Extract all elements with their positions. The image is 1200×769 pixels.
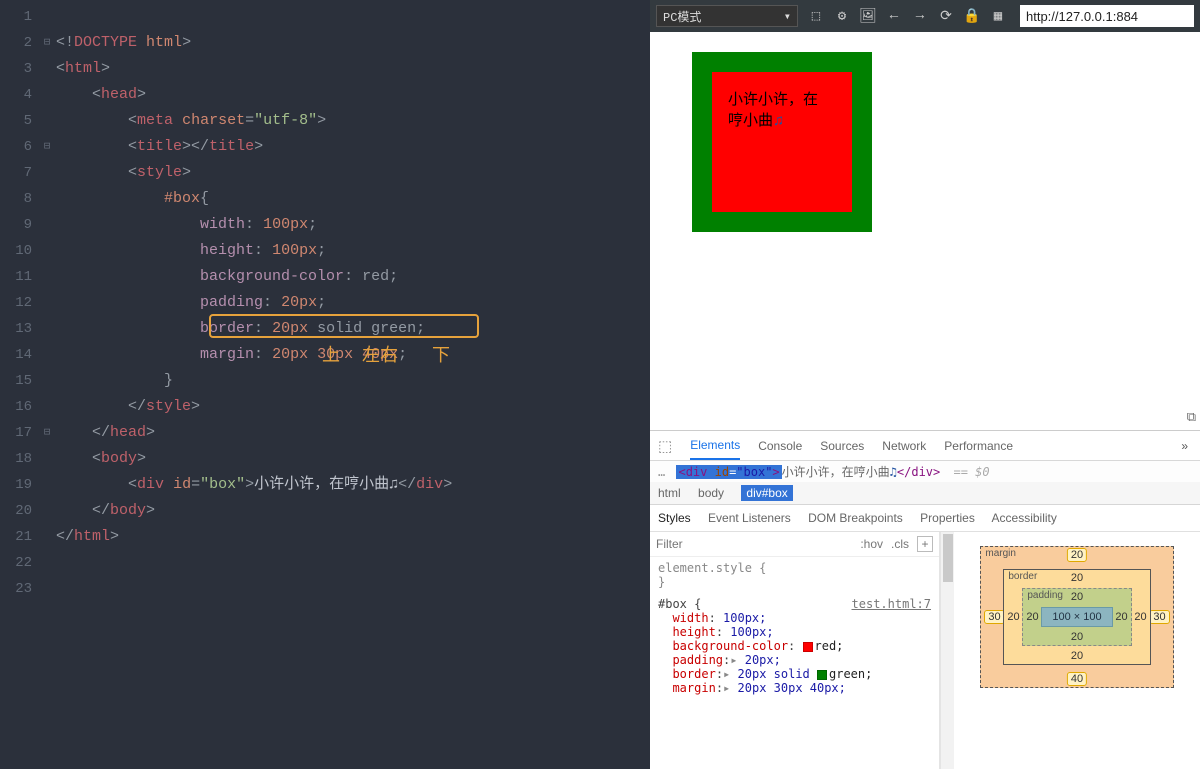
rendered-page-preview: 小许小许，在 哼小曲♫ bbox=[650, 32, 1200, 430]
styles-filter-bar: :hov .cls + bbox=[650, 532, 939, 557]
element-style-block[interactable]: element.style { } bbox=[650, 557, 939, 593]
code-editor-pane: 1234567891011121314151617181920212223 ⊟⊟… bbox=[0, 0, 650, 769]
devtools-panel: ⧉ ⬚ Elements Console Sources Network Per… bbox=[650, 430, 1200, 769]
bm-content[interactable]: 100 × 100 bbox=[1041, 607, 1112, 627]
dom-breadcrumbs: html body div#box bbox=[650, 482, 1200, 505]
overflow-icon[interactable]: » bbox=[1181, 439, 1188, 453]
toolbar-icon-7[interactable]: ▦ bbox=[990, 8, 1006, 24]
hov-toggle[interactable]: :hov bbox=[860, 537, 883, 551]
preview-toolbar: PC模式 ▾ ⬚ ⚙ 🖼 ← → ⟳ 🔒 ▦ http://127.0.0.1:884 bbox=[650, 0, 1200, 32]
crumb-html[interactable]: html bbox=[658, 486, 681, 500]
styles-column: :hov .cls + element.style { } #box { tes… bbox=[650, 532, 940, 769]
tab-elements[interactable]: Elements bbox=[690, 432, 740, 460]
toolbar-icons: ⬚ ⚙ 🖼 ← → ⟳ 🔒 ▦ bbox=[808, 8, 1006, 24]
toolbar-icon-4[interactable]: → bbox=[912, 8, 928, 24]
tab-network[interactable]: Network bbox=[882, 433, 926, 459]
line-number-gutter: 1234567891011121314151617181920212223 bbox=[0, 0, 40, 769]
subtab-eventlisteners[interactable]: Event Listeners bbox=[708, 511, 791, 525]
computed-box-model: margin 20 30 40 30 border 20 20 20 20 bbox=[954, 532, 1200, 769]
crumb-body[interactable]: body bbox=[698, 486, 724, 500]
div-text-content: 小许小许，在哼小曲 bbox=[254, 476, 389, 493]
cls-toggle[interactable]: .cls bbox=[891, 537, 909, 551]
green-color-chip[interactable] bbox=[817, 670, 827, 680]
scroll-thumb[interactable] bbox=[943, 534, 953, 582]
box-text-line2: 哼小曲 bbox=[728, 112, 773, 129]
chevron-down-icon: ▾ bbox=[784, 9, 791, 24]
styles-scrollbar[interactable] bbox=[940, 532, 954, 769]
dock-icon[interactable]: ⧉ bbox=[1187, 409, 1196, 425]
new-rule-button[interactable]: + bbox=[917, 536, 933, 552]
bm-padding[interactable]: padding 20 20 20 20 100 × 100 bbox=[1022, 588, 1131, 646]
styles-subtabs: Styles Event Listeners DOM Breakpoints P… bbox=[650, 505, 1200, 532]
tab-performance[interactable]: Performance bbox=[944, 433, 1013, 459]
toolbar-icon-5[interactable]: ⟳ bbox=[938, 8, 954, 24]
subtab-accessibility[interactable]: Accessibility bbox=[992, 511, 1057, 525]
annotation-top: 上 bbox=[322, 342, 340, 368]
render-mode-label: PC模式 bbox=[663, 8, 701, 25]
devtools-body: :hov .cls + element.style { } #box { tes… bbox=[650, 532, 1200, 769]
subtab-styles[interactable]: Styles bbox=[658, 511, 691, 525]
code-area[interactable]: <!DOCTYPE html> <html> <head> <meta char… bbox=[54, 0, 650, 769]
toolbar-icon-2[interactable]: 🖼 bbox=[860, 8, 876, 24]
music-note-glyph: ♫ bbox=[389, 476, 398, 493]
box-content[interactable]: 小许小许，在 哼小曲♫ bbox=[712, 72, 852, 212]
toolbar-icon-3[interactable]: ← bbox=[886, 8, 902, 24]
music-note-icon: ♫ bbox=[773, 112, 784, 129]
rule-source-link[interactable]: test.html:7 bbox=[852, 597, 931, 611]
dom-selected-line[interactable]: … <div id="box">小许小许，在哼小曲♫</div> == $0 bbox=[650, 461, 1200, 482]
fold-gutter: ⊟⊟⊟ bbox=[40, 0, 54, 769]
annotation-leftright: 左右 bbox=[362, 342, 398, 368]
toolbar-icon-6[interactable]: 🔒 bbox=[964, 8, 980, 24]
annotation-bottom: 下 bbox=[432, 342, 450, 368]
bm-border[interactable]: border 20 20 20 20 padding 20 20 20 20 bbox=[1003, 569, 1150, 665]
box-text-line1: 小许小许，在 bbox=[728, 91, 818, 108]
url-bar[interactable]: http://127.0.0.1:884 bbox=[1020, 5, 1194, 27]
toolbar-icon-1[interactable]: ⚙ bbox=[834, 8, 850, 24]
crumb-divbox[interactable]: div#box bbox=[741, 485, 792, 501]
styles-filter-input[interactable] bbox=[656, 537, 852, 551]
margin-highlight-box bbox=[209, 314, 479, 338]
inspect-icon[interactable]: ⬚ bbox=[658, 437, 672, 455]
bm-margin[interactable]: margin 20 30 40 30 border 20 20 20 20 bbox=[980, 546, 1173, 688]
box-border: 小许小许，在 哼小曲♫ bbox=[692, 52, 872, 232]
box-rule-block[interactable]: #box { test.html:7 width: 100px; height:… bbox=[650, 593, 939, 699]
render-mode-select[interactable]: PC模式 ▾ bbox=[656, 5, 798, 27]
app-root: 1234567891011121314151617181920212223 ⊟⊟… bbox=[0, 0, 1200, 769]
preview-devtools-pane: PC模式 ▾ ⬚ ⚙ 🖼 ← → ⟳ 🔒 ▦ http://127.0.0.1:884 小许小… bbox=[650, 0, 1200, 769]
tab-sources[interactable]: Sources bbox=[820, 433, 864, 459]
subtab-dombreakpoints[interactable]: DOM Breakpoints bbox=[808, 511, 903, 525]
devtools-main-tabs: ⬚ Elements Console Sources Network Perfo… bbox=[650, 431, 1200, 461]
tab-console[interactable]: Console bbox=[758, 433, 802, 459]
red-color-chip[interactable] bbox=[803, 642, 813, 652]
subtab-properties[interactable]: Properties bbox=[920, 511, 975, 525]
toolbar-icon-0[interactable]: ⬚ bbox=[808, 8, 824, 24]
